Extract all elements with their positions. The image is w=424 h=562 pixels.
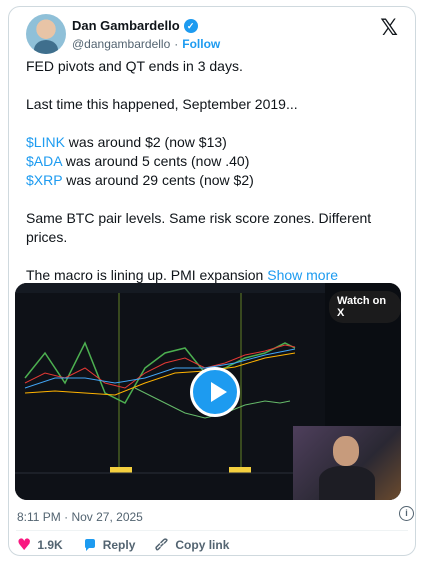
presenter-head xyxy=(333,436,359,466)
reply-button[interactable]: Reply xyxy=(83,538,136,552)
separator-dot: · xyxy=(174,37,179,51)
heart-icon: ♥ xyxy=(17,535,32,554)
play-icon[interactable] xyxy=(190,367,240,417)
author-name-row: Dan Gambardello ✓ xyxy=(72,18,198,33)
thumbnail-graphic xyxy=(15,283,325,474)
video-media[interactable]: Watch on X xyxy=(15,283,401,500)
cashtag-list: $LINK was around $2 (now $13) $ADA was a… xyxy=(26,133,406,190)
presenter-body xyxy=(319,466,375,500)
cashtag-text: was around $2 (now $13) xyxy=(64,134,227,150)
author-name[interactable]: Dan Gambardello xyxy=(72,18,180,33)
show-more-link[interactable]: Show more xyxy=(267,267,338,283)
info-icon[interactable]: i xyxy=(399,506,414,521)
like-button[interactable]: ♥ 1.9K xyxy=(17,535,63,554)
cashtag-xrp[interactable]: $XRP xyxy=(26,172,62,188)
author-handle-row: @dangambardello · Follow xyxy=(72,37,220,51)
copy-link-button[interactable]: Copy link xyxy=(155,538,229,552)
tweet-line: Same BTC pair levels. Same risk score zo… xyxy=(26,210,372,245)
video-thumbnail-chart xyxy=(15,283,325,500)
tweet-text: FED pivots and QT ends in 3 days. Last t… xyxy=(26,57,406,304)
avatar[interactable] xyxy=(26,14,66,54)
verified-badge-icon: ✓ xyxy=(183,18,198,33)
copy-link-label: Copy link xyxy=(175,538,230,552)
x-logo-icon[interactable]: 𝕏 xyxy=(380,16,398,41)
cashtag-ada[interactable]: $ADA xyxy=(26,153,62,169)
author-handle[interactable]: @dangambardello xyxy=(72,37,170,51)
divider xyxy=(16,530,408,531)
reply-label: Reply xyxy=(102,538,136,552)
like-count: 1.9K xyxy=(37,538,63,552)
webcam-overlay xyxy=(293,426,401,500)
reply-icon xyxy=(84,539,95,551)
cashtag-link[interactable]: $LINK xyxy=(26,134,65,150)
follow-button[interactable]: Follow xyxy=(182,37,220,51)
tweet-actions: ♥ 1.9K Reply Copy link xyxy=(17,535,229,554)
link-icon xyxy=(155,538,169,551)
tweet-line: Last time this happened, September 2019.… xyxy=(26,96,298,112)
tweet-timestamp[interactable]: 8:11 PM · Nov 27, 2025 xyxy=(17,510,143,524)
tweet-line: The macro is lining up. PMI expansion xyxy=(26,267,264,283)
tweet-line: FED pivots and QT ends in 3 days. xyxy=(26,58,243,74)
cashtag-text: was around 29 cents (now $2) xyxy=(62,172,254,188)
watch-on-x-button[interactable]: Watch on X xyxy=(329,291,401,323)
cashtag-text: was around 5 cents (now .40) xyxy=(61,153,250,169)
